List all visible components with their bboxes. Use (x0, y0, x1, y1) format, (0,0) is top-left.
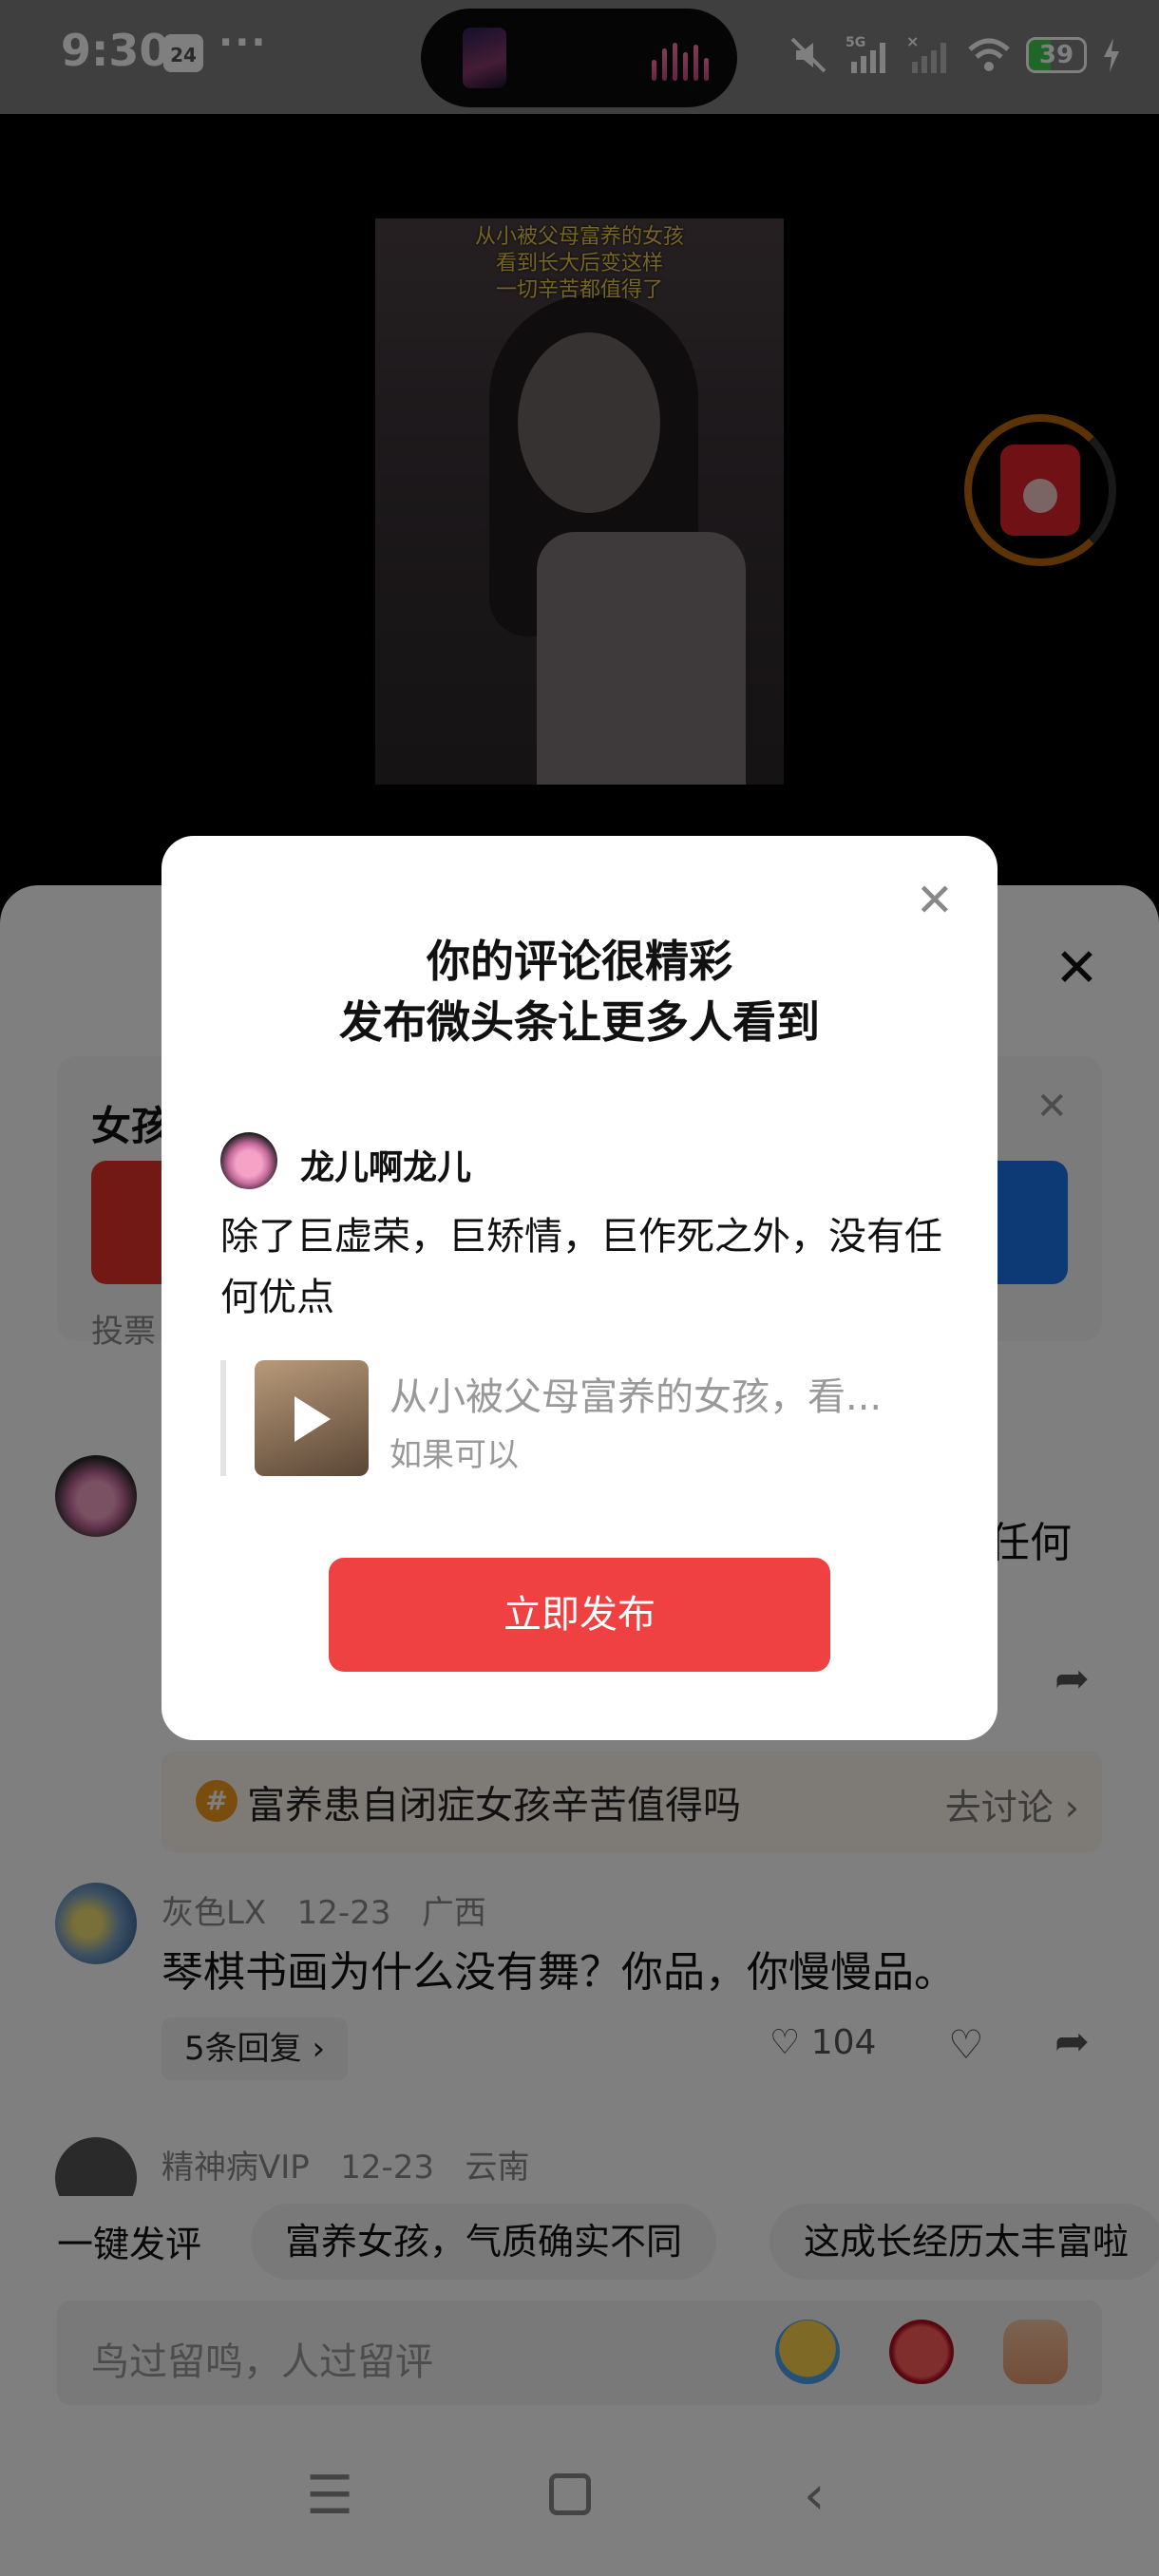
close-icon[interactable]: ✕ (916, 878, 954, 923)
username: 龙儿啊龙儿 (300, 1148, 472, 1187)
back-icon[interactable]: ‹ (804, 2470, 825, 2523)
home-icon[interactable] (549, 2473, 591, 2515)
publish-button[interactable]: 立即发布 (329, 1558, 830, 1672)
quote-subtitle: 如果可以 (390, 1436, 519, 1474)
quote-title: 从小被父母富养的女孩，看... (390, 1375, 883, 1419)
avatar (220, 1132, 277, 1189)
menu-icon[interactable]: ☰ (306, 2470, 353, 2523)
system-nav-bar: ☰ ‹ (0, 2432, 1159, 2576)
video-thumbnail (255, 1360, 369, 1476)
dialog-title: 你的评论很精彩 发布微头条让更多人看到 (339, 936, 820, 1048)
quoted-video[interactable]: 从小被父母富养的女孩，看... 如果可以 (220, 1360, 923, 1476)
comment-text: 除了巨虚荣，巨矫情，巨作死之外，没有任何优点 (220, 1215, 942, 1319)
play-icon (294, 1396, 331, 1442)
publish-dialog: ✕ 你的评论很精彩 发布微头条让更多人看到 龙儿啊龙儿 除了巨虚荣，巨矫情，巨作… (162, 836, 998, 1740)
